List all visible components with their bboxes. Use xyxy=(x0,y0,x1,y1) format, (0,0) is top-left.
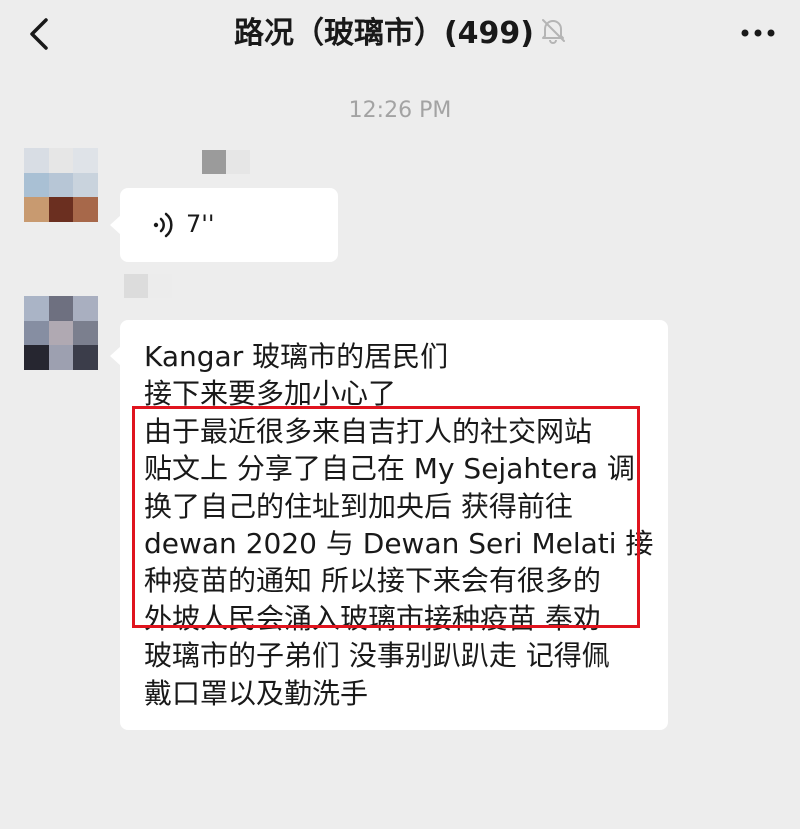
voice-wave-icon xyxy=(146,210,176,244)
message-line: Kangar 玻璃市的居民们 xyxy=(144,340,449,373)
chat-title-row: 路况（玻璃市）(499) xyxy=(0,14,800,55)
message-timestamp: 12:26 PM xyxy=(348,98,452,123)
sender-nickname-blurred xyxy=(124,274,172,298)
more-dots-icon xyxy=(741,29,775,37)
voice-message-bubble[interactable]: 7'' xyxy=(110,188,338,262)
chat-title: 路况（玻璃市）(499) xyxy=(233,16,535,51)
more-button[interactable] xyxy=(738,18,778,48)
message-line: 戴口罩以及勤洗手 xyxy=(144,676,369,710)
voice-duration: 7'' xyxy=(186,210,215,238)
text-message-bubble[interactable]: Kangar 玻璃市的居民们 接下来要多加小心了 由于最近很多来自吉打人的社交网… xyxy=(110,320,668,730)
red-highlight-box xyxy=(132,406,640,628)
sender-nickname-blurred xyxy=(202,150,250,174)
message-line: 玻璃市的子弟们 没事别趴趴走 记得佩 xyxy=(144,639,610,673)
avatar[interactable] xyxy=(24,148,98,222)
bell-off-icon xyxy=(540,15,566,55)
avatar[interactable] xyxy=(24,296,98,370)
chat-header: 路况（玻璃市）(499) xyxy=(0,0,800,72)
